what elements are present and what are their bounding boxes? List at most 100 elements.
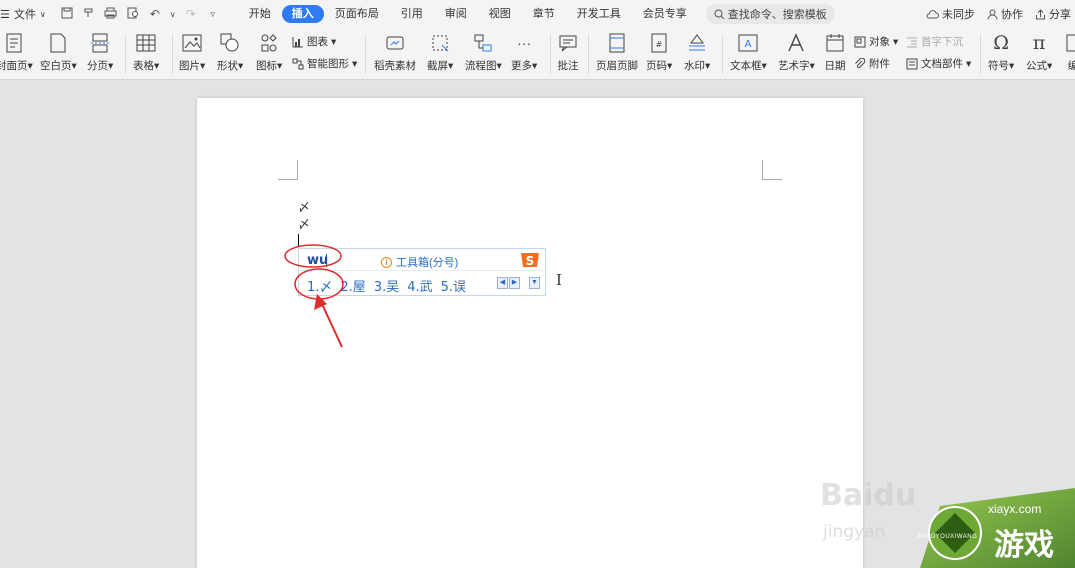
drop-cap-icon bbox=[907, 37, 917, 47]
textbox-button[interactable]: A 文本框▾ bbox=[730, 32, 767, 73]
smart-art-label: 智能图形 bbox=[307, 58, 349, 70]
tab-insert[interactable]: 插入 bbox=[281, 5, 324, 23]
ribbon-separator bbox=[588, 34, 589, 74]
game-watermark-subtext: ZHAOYOUXIWANG bbox=[917, 534, 978, 540]
doc-parts-button[interactable]: 文档部件 ▾ bbox=[906, 56, 971, 71]
document-page[interactable]: 〆 〆 bbox=[197, 98, 863, 568]
textbox-icon: A bbox=[737, 32, 759, 54]
page-number-button[interactable]: # 页码▾ bbox=[646, 32, 672, 73]
icon-button[interactable]: 图标▾ bbox=[256, 32, 282, 73]
ime-next-page-icon[interactable]: ▶ bbox=[509, 277, 520, 289]
symbol-label: 符号 bbox=[988, 60, 1009, 72]
right-menu: 未同步 协作 分享 bbox=[926, 0, 1071, 28]
ime-pager: ◀ ▶ bbox=[497, 277, 520, 289]
docer-material-button[interactable]: 稻壳素材 bbox=[374, 32, 416, 73]
picture-icon bbox=[181, 32, 203, 54]
symbol-button[interactable]: Ω 符号▾ bbox=[988, 32, 1014, 73]
print-icon[interactable] bbox=[104, 7, 118, 22]
omega-icon: Ω bbox=[993, 32, 1010, 54]
ime-candidate-4[interactable]: 4.武 bbox=[407, 276, 432, 295]
word-art-button[interactable]: 艺术字▾ bbox=[778, 32, 815, 73]
collaborate-button[interactable]: 协作 bbox=[987, 6, 1023, 22]
ime-prev-page-icon[interactable]: ◀ bbox=[497, 277, 508, 289]
watermark-icon bbox=[686, 32, 708, 54]
chevron-down-icon[interactable]: ∨ bbox=[170, 10, 176, 19]
icon-gallery-icon bbox=[258, 32, 280, 54]
sync-status-button[interactable]: 未同步 bbox=[926, 6, 975, 22]
watermark-label: 水印 bbox=[684, 60, 705, 72]
redo-icon[interactable]: ↷ bbox=[184, 7, 198, 21]
ribbon-separator bbox=[125, 34, 126, 74]
picture-button[interactable]: 图片▾ bbox=[179, 32, 205, 73]
ime-candidate-list: 1.〆 2.屋 3.吴 4.武 5.误 bbox=[307, 276, 466, 295]
command-search[interactable]: 查找命令、搜索模板 bbox=[705, 4, 835, 24]
table-button[interactable]: 表格▾ bbox=[133, 32, 159, 73]
object-label: 对象 bbox=[869, 36, 890, 48]
document-line-1: 〆 bbox=[298, 200, 311, 214]
blank-page-button[interactable]: 空白页▾ bbox=[40, 32, 77, 73]
margin-corner-top-right bbox=[762, 160, 782, 180]
ime-expand-icon[interactable]: ▼ bbox=[529, 277, 540, 289]
tab-member[interactable]: 会员专享 bbox=[632, 5, 698, 23]
quick-access-toolbar: ↶ ∨ ↷ ▿ bbox=[60, 7, 220, 22]
tab-developer[interactable]: 开发工具 bbox=[566, 5, 632, 23]
object-icon bbox=[854, 36, 866, 47]
tab-references[interactable]: 引用 bbox=[390, 5, 434, 23]
share-button[interactable]: 分享 bbox=[1035, 6, 1071, 22]
ime-candidate-3[interactable]: 3.吴 bbox=[374, 276, 399, 295]
more-button[interactable]: ··· 更多▾ bbox=[511, 32, 537, 73]
smart-art-button[interactable]: 智能图形 ▾ bbox=[292, 56, 357, 71]
ime-candidate-2[interactable]: 2.屋 bbox=[340, 276, 365, 295]
formula-label: 公式 bbox=[1026, 60, 1047, 72]
tab-review[interactable]: 审阅 bbox=[434, 5, 478, 23]
file-menu[interactable]: ☰ 文件 ∨ bbox=[0, 6, 52, 22]
page-break-button[interactable]: 分页▾ bbox=[87, 32, 113, 73]
tab-page-layout[interactable]: 页面布局 bbox=[324, 5, 390, 23]
format-painter-icon[interactable] bbox=[82, 7, 96, 22]
watermark-button[interactable]: 水印▾ bbox=[684, 32, 710, 73]
ime-toolbox-label: 工具箱(分号) bbox=[396, 257, 459, 269]
cover-page-label: 封面页 bbox=[0, 60, 28, 72]
pi-icon: π bbox=[1032, 32, 1046, 54]
chart-button[interactable]: 图表 ▾ bbox=[292, 34, 336, 49]
shape-button[interactable]: 形状▾ bbox=[217, 32, 243, 73]
undo-icon[interactable]: ↶ bbox=[148, 7, 162, 21]
save-icon[interactable] bbox=[60, 7, 74, 22]
screenshot-icon bbox=[429, 32, 451, 54]
page-number-label: 页码 bbox=[646, 60, 667, 72]
flowchart-button[interactable]: 流程图▾ bbox=[465, 32, 502, 73]
customize-toolbar-icon[interactable]: ▿ bbox=[206, 9, 220, 20]
screenshot-button[interactable]: 截屏▾ bbox=[427, 32, 453, 73]
cover-page-button[interactable]: 封面页▾ bbox=[0, 32, 33, 73]
ribbon-separator bbox=[980, 34, 981, 74]
formula-button[interactable]: π 公式▾ bbox=[1026, 32, 1052, 73]
object-button[interactable]: 对象 ▾ bbox=[854, 34, 898, 49]
svg-text:A: A bbox=[745, 39, 752, 50]
table-label: 表格 bbox=[133, 60, 154, 72]
drop-cap-button[interactable]: 首字下沉 bbox=[906, 34, 963, 49]
edit-button[interactable]: 编 bbox=[1062, 32, 1075, 73]
ime-toolbox-button[interactable]: i 工具箱(分号) bbox=[381, 254, 458, 270]
doc-parts-icon bbox=[906, 58, 918, 69]
word-art-icon bbox=[785, 32, 807, 54]
tab-start[interactable]: 开始 bbox=[238, 5, 282, 23]
date-button[interactable]: 日期 bbox=[824, 32, 846, 73]
word-art-label: 艺术字 bbox=[778, 60, 810, 72]
text-cursor bbox=[298, 234, 299, 246]
ime-candidate-1[interactable]: 1.〆 bbox=[307, 276, 332, 295]
attachment-button[interactable]: 附件 bbox=[854, 56, 890, 71]
ime-candidate-5[interactable]: 5.误 bbox=[441, 276, 466, 295]
comment-button[interactable]: 批注 bbox=[557, 32, 579, 73]
user-icon bbox=[987, 9, 998, 20]
ribbon-separator bbox=[550, 34, 551, 74]
tab-view[interactable]: 视图 bbox=[478, 5, 522, 23]
edit-label: 编 bbox=[1067, 60, 1075, 72]
more-icon: ··· bbox=[517, 35, 532, 51]
ime-candidate-window: wu i 工具箱(分号) S 1.〆 2.屋 3.吴 4.武 5.误 ◀ ▶ ▼ bbox=[298, 248, 546, 296]
chart-icon bbox=[292, 36, 303, 47]
tab-section[interactable]: 章节 bbox=[522, 5, 566, 23]
print-preview-icon[interactable] bbox=[126, 7, 140, 22]
table-icon bbox=[135, 32, 157, 54]
header-footer-button[interactable]: 页眉页脚 bbox=[596, 32, 638, 73]
file-menu-label: 文件 bbox=[13, 9, 36, 21]
